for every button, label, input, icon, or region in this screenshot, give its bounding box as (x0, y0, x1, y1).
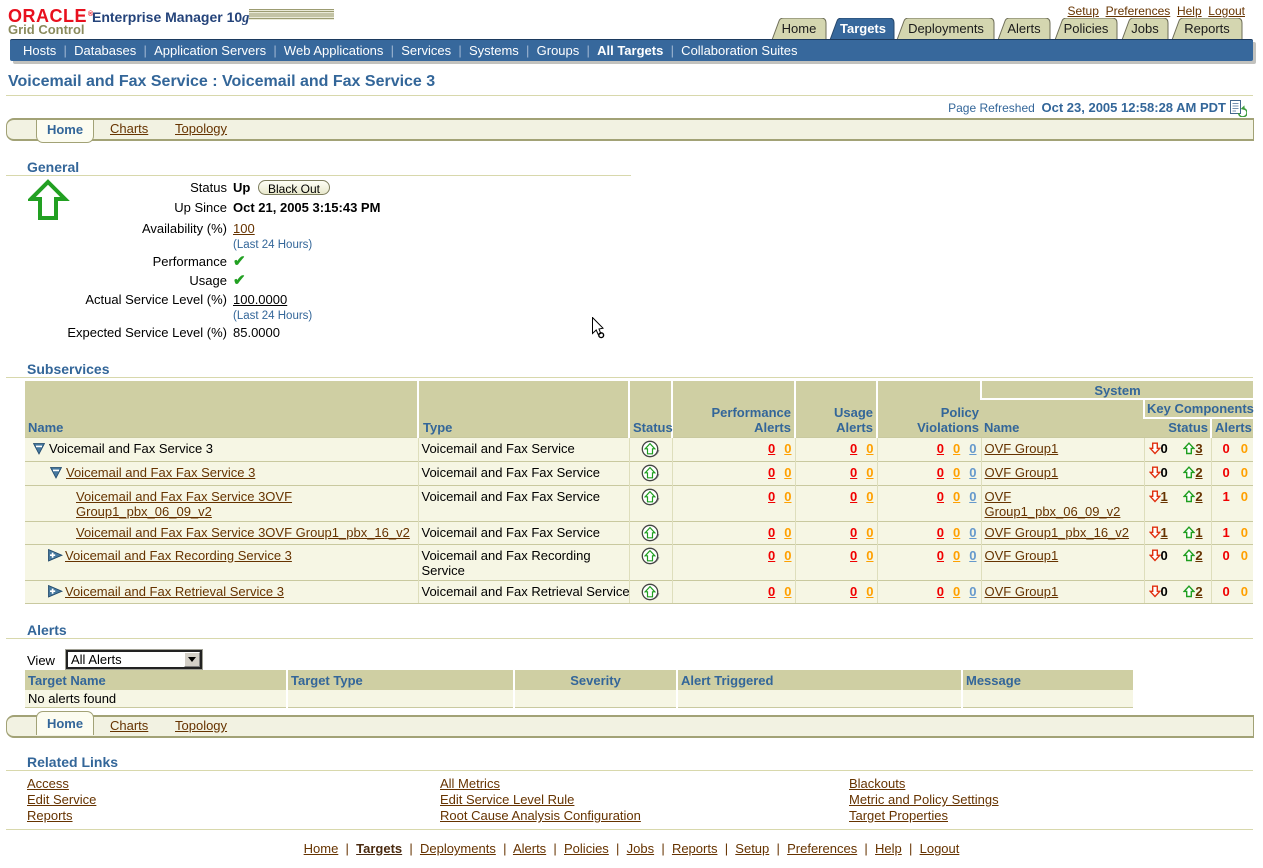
svg-text:Reports: Reports (1184, 21, 1230, 36)
svg-text:Targets: Targets (840, 21, 886, 36)
svg-text:Jobs: Jobs (1131, 21, 1159, 36)
svg-text:Alerts: Alerts (1007, 21, 1041, 36)
svg-text:Deployments: Deployments (908, 21, 984, 36)
svg-text:Policies: Policies (1064, 21, 1109, 36)
svg-text:Home: Home (782, 21, 817, 36)
